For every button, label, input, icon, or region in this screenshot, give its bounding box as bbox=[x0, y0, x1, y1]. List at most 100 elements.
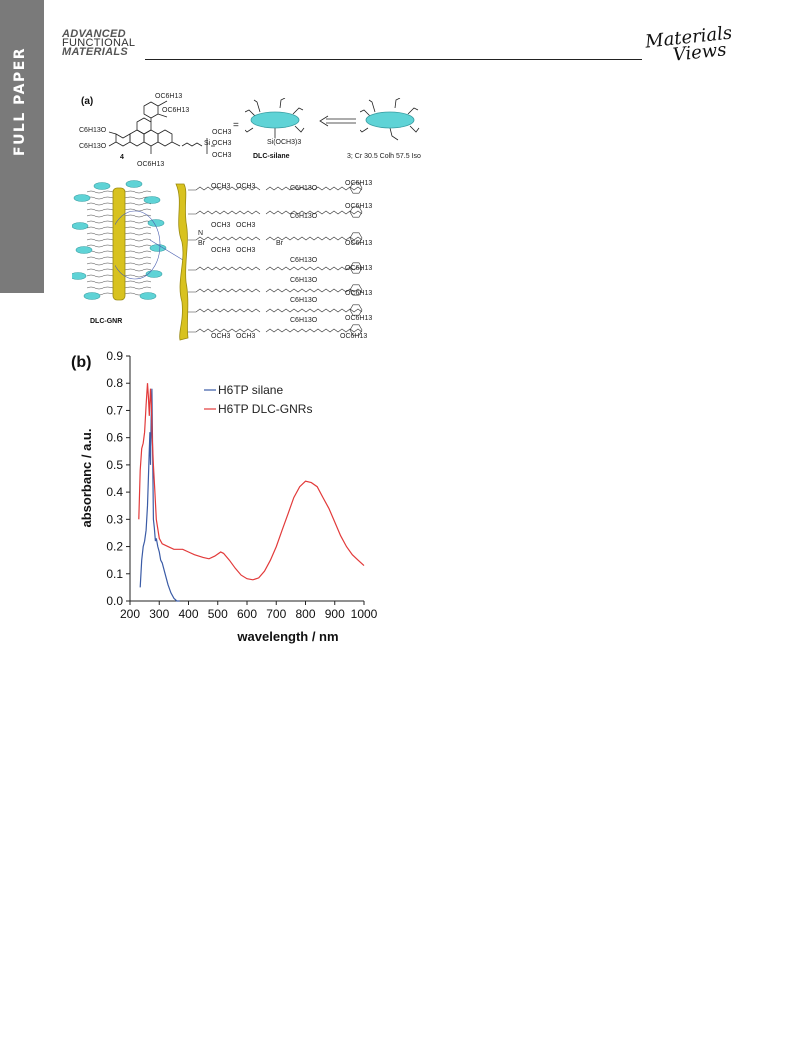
chain-och3-f: OCH3 bbox=[236, 247, 256, 254]
reaction-arrow-icon bbox=[319, 115, 356, 127]
alkyl-chain-left bbox=[86, 232, 114, 236]
alkyl-chain-left bbox=[86, 208, 114, 212]
label-och3-3: OCH3 bbox=[212, 152, 232, 159]
y-tick-label: 0.5 bbox=[106, 458, 123, 472]
chain-och3-a: OCH3 bbox=[211, 183, 231, 190]
chain-oc6h13-e: OC6H13 bbox=[345, 290, 373, 297]
x-tick-label: 900 bbox=[325, 607, 345, 621]
x-tick-label: 300 bbox=[149, 607, 169, 621]
bromide-label-1: Br bbox=[198, 240, 205, 247]
y-tick-label: 0.4 bbox=[106, 485, 123, 499]
grafted-chain bbox=[188, 328, 363, 333]
chain-c6h13o-b: C6H13O bbox=[290, 213, 318, 220]
chain-c6h13o-e: C6H13O bbox=[290, 297, 318, 304]
dlc-disc bbox=[83, 292, 101, 300]
chain-c6h13o-c: C6H13O bbox=[290, 257, 318, 264]
alkyl-chain-left bbox=[86, 226, 114, 230]
dlc-disc bbox=[143, 196, 161, 204]
legend-label: H6TP DLC-GNRs bbox=[218, 402, 312, 416]
dlc-disc bbox=[139, 292, 157, 300]
compound-3-icon bbox=[360, 98, 420, 141]
y-tick-label: 0.3 bbox=[106, 512, 123, 526]
x-tick-label: 1000 bbox=[351, 607, 378, 621]
alkyl-chain-left bbox=[86, 268, 114, 272]
alkyl-chain-left bbox=[86, 286, 114, 290]
compound-3-label: 3; Cr 30.5 Colh 57.5 Iso bbox=[347, 153, 421, 160]
y-tick-label: 0.2 bbox=[106, 540, 123, 554]
label-si-4: Si bbox=[204, 140, 211, 147]
y-tick-label: 0.9 bbox=[106, 349, 123, 363]
bromide-label-2: Br bbox=[276, 240, 283, 247]
alkyl-chain-left bbox=[86, 238, 114, 242]
dlc-gnr-label: DLC-GNR bbox=[90, 318, 123, 325]
journal-logo-line-3: MATERIALS bbox=[62, 46, 129, 58]
label-oc6h13-1: OC6H13 bbox=[155, 93, 183, 100]
dlc-disc bbox=[72, 222, 89, 230]
x-tick-label: 700 bbox=[266, 607, 286, 621]
alkyl-chain-left bbox=[86, 214, 114, 218]
x-tick-label: 500 bbox=[208, 607, 228, 621]
chain-oc6h13-a: OC6H13 bbox=[345, 180, 373, 187]
journal-logo: ADVANCED FUNCTIONAL MATERIALS bbox=[62, 29, 135, 58]
chain-oc6h13-f: OC6H13 bbox=[345, 315, 373, 322]
label-c6h13o-2: C6H13O bbox=[79, 143, 107, 150]
y-tick-label: 0.0 bbox=[106, 594, 123, 608]
alkyl-chain-right bbox=[124, 190, 152, 194]
grafted-chain bbox=[188, 210, 363, 215]
chain-och3-h: OCH3 bbox=[236, 333, 256, 340]
chain-och3-b: OCH3 bbox=[236, 183, 256, 190]
section-label: FULL PAPER bbox=[12, 46, 28, 156]
legend-label: H6TP silane bbox=[218, 383, 283, 397]
alkyl-chain-left bbox=[86, 274, 114, 278]
alkyl-chain-left bbox=[86, 280, 114, 284]
x-tick-label: 200 bbox=[120, 607, 140, 621]
y-tick-label: 0.7 bbox=[106, 403, 123, 417]
header-rule bbox=[145, 59, 642, 60]
equals-sign: = bbox=[233, 120, 239, 131]
grafted-chain bbox=[188, 236, 363, 241]
dlc-silane-label: DLC-silane bbox=[253, 153, 290, 160]
alkyl-chain-left bbox=[86, 244, 114, 248]
publisher-brand: Materials Views bbox=[644, 23, 735, 67]
alkyl-chain-left bbox=[86, 220, 114, 224]
y-tick-label: 0.1 bbox=[106, 567, 123, 581]
alkyl-chain-left bbox=[86, 202, 114, 206]
label-oc6h13-2: OC6H13 bbox=[162, 107, 190, 114]
alkyl-chain-left bbox=[86, 190, 114, 194]
chain-och3-e: OCH3 bbox=[211, 247, 231, 254]
x-tick-label: 400 bbox=[178, 607, 198, 621]
chain-c6h13o-f: C6H13O bbox=[290, 317, 318, 324]
grafted-chain bbox=[188, 288, 363, 293]
chain-och3-g: OCH3 bbox=[211, 333, 231, 340]
x-tick-label: 600 bbox=[237, 607, 257, 621]
chain-och3-d: OCH3 bbox=[236, 222, 256, 229]
absorbance-chart: 200 300 400 500 600 700 800 900 1000 0.0 0.1 0.2 0.3… bbox=[79, 349, 378, 644]
chain-oc6h13-d: OC6H13 bbox=[345, 265, 373, 272]
label-och3-2: OCH3 bbox=[212, 140, 232, 147]
ammonium-n-label: N bbox=[198, 230, 204, 237]
y-axis-label: absorbanc / a.u. bbox=[79, 429, 94, 528]
dlc-disc bbox=[73, 194, 91, 202]
y-tick-label: 0.8 bbox=[106, 376, 123, 390]
x-axis-label: wavelength / nm bbox=[236, 629, 338, 644]
y-tick-label: 0.6 bbox=[106, 431, 123, 445]
dlc-silane-si-group: Si(OCH3)3 bbox=[267, 139, 302, 146]
grafted-chain bbox=[188, 308, 363, 313]
dlc-disc bbox=[93, 182, 111, 190]
chain-oc6h13-c: OC6H13 bbox=[345, 240, 373, 247]
label-c6h13o-1: C6H13O bbox=[79, 127, 107, 134]
compound-4-label: 4 bbox=[120, 154, 124, 161]
series-line-h6tp-silane bbox=[139, 388, 180, 602]
label-oc6h13-3: OC6H13 bbox=[137, 161, 165, 168]
chain-c6h13o-a: C6H13O bbox=[290, 185, 318, 192]
chain-oc6h13-b: OC6H13 bbox=[345, 203, 373, 210]
x-tick-label: 800 bbox=[295, 607, 315, 621]
alkyl-chain-left bbox=[86, 256, 114, 260]
chain-oc6h13-g: OC6H13 bbox=[340, 333, 368, 340]
alkyl-chain-left bbox=[86, 196, 114, 200]
dlc-disc bbox=[72, 272, 87, 280]
grafted-chain bbox=[188, 266, 363, 271]
chain-c6h13o-d: C6H13O bbox=[290, 277, 318, 284]
section-sidebar: FULL PAPER bbox=[0, 0, 44, 293]
dlc-disc bbox=[125, 180, 143, 188]
